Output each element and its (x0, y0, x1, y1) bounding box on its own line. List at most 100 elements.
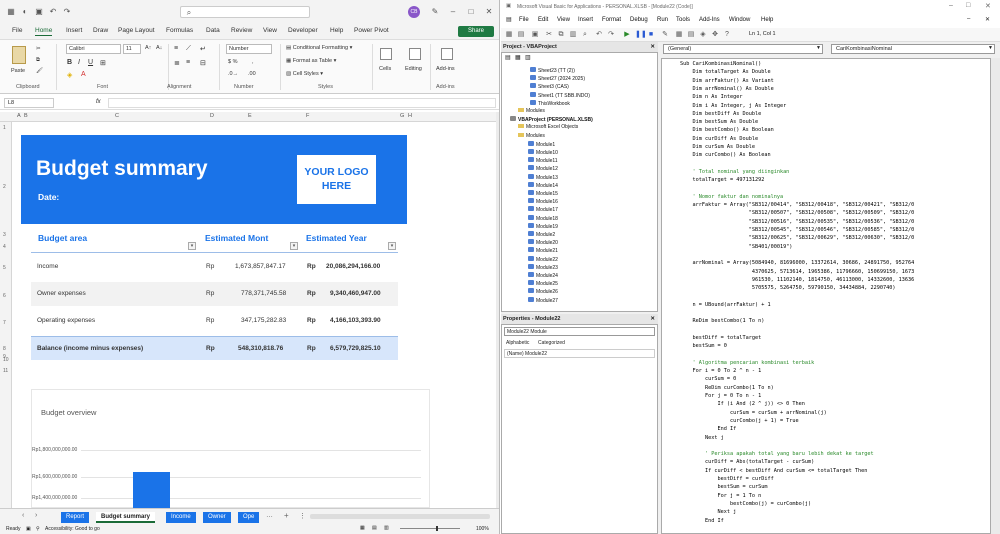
currency-cell[interactable]: Rp (206, 290, 214, 297)
code-line[interactable]: totalTarget = 497131292 (680, 177, 764, 183)
code-line[interactable]: Dim i As Integer, j As Integer (680, 103, 786, 109)
chart-bar[interactable] (133, 472, 170, 509)
row-header[interactable]: 7 (3, 320, 6, 326)
tree-item[interactable]: Module15 (528, 190, 558, 197)
shrink-font-icon[interactable]: A↓ (156, 45, 162, 51)
grow-font-icon[interactable]: A↑ (145, 45, 151, 51)
tree-item[interactable]: Modules (518, 132, 545, 139)
font-size-select[interactable]: 11 (123, 44, 141, 54)
procedure-combo[interactable]: CariKombinasiNominal (831, 44, 995, 54)
column-header[interactable]: B (24, 113, 28, 119)
table-row-balance[interactable]: Balance (income minus expenses) Rp 548,3… (31, 336, 398, 360)
tree-item[interactable]: VBAProject (PERSONAL.XLSB) (510, 116, 593, 123)
tree-item[interactable]: Module25 (528, 280, 558, 287)
year-value-cell[interactable]: 20,086,294,166.00 (326, 263, 380, 270)
code-line[interactable]: arrFaktur = Array("SB312/00414", "SB312/… (680, 202, 914, 208)
redo-icon[interactable]: ↷ (607, 31, 615, 39)
accessibility-status[interactable]: Accessibility: Good to go (45, 526, 100, 532)
tree-item[interactable]: Sheet23 (TT (2)) (530, 67, 575, 74)
format-as-table-button[interactable]: ▦ Format as Table ▾ (286, 58, 336, 64)
column-header[interactable]: C (115, 113, 119, 119)
autosave-icon[interactable]: ◐ (20, 7, 30, 17)
code-line[interactable]: Dim bestCombo() As Boolean (680, 127, 773, 133)
code-line[interactable]: For i = 0 To 2 ^ n - 1 (680, 368, 761, 374)
find-icon[interactable]: ⌕ (581, 31, 589, 39)
chevron-down-icon[interactable]: ▼ (988, 45, 993, 51)
budget-overview-chart[interactable]: Budget overview Rp1,800,000,000.00 Rp1,6… (31, 389, 430, 509)
font-color-icon[interactable]: A (81, 71, 86, 78)
close-icon[interactable]: ✕ (650, 42, 655, 52)
view-code-icon[interactable]: ▤ (505, 54, 511, 61)
properties-object-select[interactable]: Module22 Module (504, 327, 655, 336)
code-line[interactable]: 961530, 11102140, 1814750, 46113000, 143… (680, 277, 914, 283)
maximize-icon[interactable]: □ (466, 7, 476, 17)
code-line[interactable]: Sub CariKombinasiNominal() (680, 61, 761, 67)
menu-window[interactable]: Window (729, 17, 750, 23)
code-line[interactable]: bestSum = 0 (680, 343, 726, 349)
sheet-tab-income[interactable]: Income (166, 512, 196, 523)
tree-item[interactable]: Module26 (528, 288, 558, 295)
formula-input[interactable] (108, 98, 496, 108)
tree-item[interactable]: Microsoft Excel Objects (518, 124, 578, 130)
minimize-icon[interactable]: – (448, 7, 458, 17)
code-line[interactable]: curSum = curSum + arrNominal(j) (680, 410, 827, 416)
wrap-text-icon[interactable]: ↵ (200, 45, 206, 53)
decrease-decimal-icon[interactable]: .00 (248, 71, 256, 77)
code-line[interactable]: Dim n As Integer (680, 94, 742, 100)
month-value-cell[interactable]: 778,371,745.58 (241, 290, 286, 297)
code-line[interactable]: arrNominal = Array(5084940, 81696000, 13… (680, 260, 914, 266)
tab-home[interactable]: Home (35, 27, 53, 36)
tree-item[interactable]: Modules (518, 108, 545, 114)
zoom-level[interactable]: 100% (476, 526, 489, 532)
row-header[interactable]: 4 (3, 244, 6, 250)
normal-view-icon[interactable]: ▦ (360, 525, 365, 531)
paste-icon[interactable] (12, 46, 26, 64)
column-header[interactable]: F (306, 113, 309, 119)
currency-cell[interactable]: Rp (206, 345, 215, 352)
align-top-icon[interactable]: ≡ (174, 45, 178, 52)
tree-item[interactable]: Sheet1 (TT SBB.INDO) (530, 91, 590, 99)
cut-icon[interactable]: ✂ (545, 31, 553, 39)
minimize-icon[interactable]: – (949, 2, 953, 9)
font-name-select[interactable]: Calibri (66, 44, 121, 54)
code-line[interactable]: ' Total nominal yang diinginkan (680, 169, 789, 175)
filter-button[interactable]: ▾ (388, 242, 396, 250)
tree-item[interactable]: ThisWorkbook (530, 99, 570, 107)
increase-decimal-icon[interactable]: .0→ (228, 71, 238, 77)
merge-icon[interactable]: ⊟ (200, 59, 206, 67)
code-line[interactable]: "SB312/00516", "SB312/00535", "SB312/005… (680, 219, 915, 225)
zoom-slider[interactable] (400, 528, 460, 529)
pen-icon[interactable]: ✎ (430, 7, 440, 17)
row-header[interactable]: 6 (3, 293, 6, 299)
code-line[interactable]: End If (680, 518, 724, 524)
properties-icon[interactable]: ▤ (687, 31, 695, 39)
tab-file[interactable]: File (12, 27, 22, 34)
maximize-icon[interactable]: □ (966, 2, 970, 9)
code-line[interactable]: curDiff = Abs(totalTarget - curSum) (680, 459, 814, 465)
save-icon[interactable]: ▣ (531, 31, 539, 39)
horizontal-scrollbar[interactable] (310, 514, 490, 519)
tree-item[interactable]: Module23 (528, 263, 558, 271)
menu-addins[interactable]: Add-Ins (699, 17, 720, 23)
menu-run[interactable]: Run (657, 17, 668, 23)
undo-icon[interactable]: ↶ (595, 31, 603, 39)
borders-icon[interactable]: ⊞ (100, 59, 106, 67)
currency-cell[interactable]: Rp (307, 263, 316, 270)
column-header[interactable]: E (248, 113, 252, 119)
align-left-icon[interactable]: ≣ (174, 59, 180, 67)
view-excel-icon[interactable]: ▦ (505, 31, 513, 39)
run-icon[interactable]: ▶ (623, 31, 631, 39)
close-icon[interactable]: ✕ (484, 7, 494, 17)
format-painter-icon[interactable]: 🖌 (36, 68, 43, 74)
code-line[interactable]: End If (680, 426, 736, 432)
insert-module-icon[interactable]: ▤ (517, 31, 525, 39)
year-value-cell[interactable]: 4,166,103,393.90 (330, 317, 381, 324)
view-object-icon[interactable]: ▦ (515, 54, 521, 61)
code-line[interactable]: ' Periksa apakah total yang baru lebih d… (680, 451, 874, 457)
tree-item[interactable]: Module1 (528, 140, 555, 148)
currency-cell[interactable]: Rp (206, 317, 214, 324)
row-header[interactable]: 5 (3, 265, 6, 271)
toggle-folders-icon[interactable]: ▥ (525, 54, 531, 61)
share-button[interactable]: Share (458, 26, 494, 37)
search-box[interactable]: ⌕ (180, 6, 310, 18)
